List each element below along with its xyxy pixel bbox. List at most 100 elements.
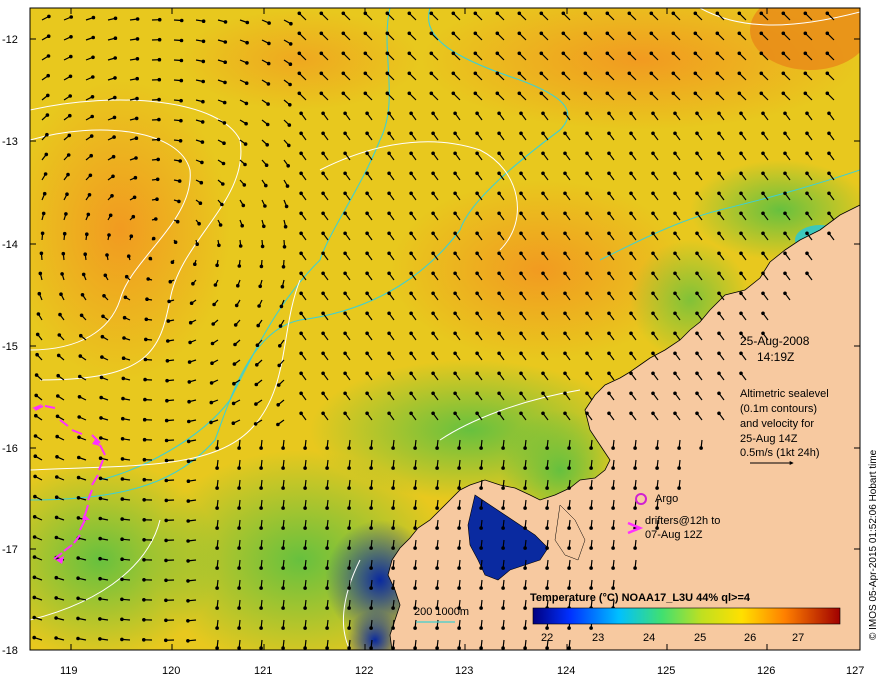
velocity-arrow-head [479, 466, 483, 470]
velocity-arrow-head [46, 34, 51, 38]
velocity-arrow-head [223, 20, 228, 24]
velocity-arrow-head [186, 599, 190, 603]
velocity-arrow-head [265, 143, 270, 147]
colorbar-tick: 27 [792, 632, 804, 644]
velocity-arrow-head [523, 486, 527, 490]
velocity-arrow-head [186, 459, 191, 464]
velocity-arrow-head [585, 291, 589, 296]
velocity-arrow-head [223, 40, 228, 44]
velocity-arrow-head [567, 586, 571, 590]
velocity-arrow-head [55, 475, 59, 479]
velocity-arrow-head [589, 466, 593, 470]
velocity-arrow-head [651, 191, 655, 196]
velocity-arrow-head [66, 172, 70, 177]
velocity-arrow-head [431, 131, 435, 136]
velocity-arrow-head [693, 51, 698, 56]
velocity-arrow-head [567, 466, 571, 470]
velocity-arrow-head [297, 11, 302, 16]
velocity-arrow-head [563, 271, 567, 276]
velocity-arrow-head [98, 496, 103, 501]
velocity-arrow-head [267, 41, 271, 46]
velocity-arrow-head [475, 331, 479, 336]
velocity-arrow-head [54, 636, 58, 640]
velocity-arrow-head [803, 91, 808, 96]
velocity-arrow-head [120, 597, 124, 602]
velocity-arrow-head [347, 546, 351, 550]
velocity-arrow-head [259, 446, 263, 450]
velocity-arrow-head [501, 466, 505, 470]
velocity-arrow-head [77, 455, 81, 460]
velocity-arrow-head [783, 251, 787, 256]
velocity-arrow-head [803, 51, 808, 56]
velocity-arrow-head [651, 211, 655, 216]
velocity-arrow-head [231, 421, 236, 426]
velocity-arrow-head [627, 51, 632, 56]
velocity-arrow-head [391, 546, 395, 550]
velocity-arrow-head [717, 211, 721, 216]
velocity-arrow-head [567, 506, 571, 510]
velocity-arrow-head [479, 526, 483, 530]
velocity-arrow-head [693, 31, 698, 36]
velocity-arrow-head [501, 546, 505, 550]
velocity-arrow-head [825, 51, 830, 56]
velocity-arrow-head [259, 506, 263, 510]
velocity-arrow-head [278, 344, 282, 348]
velocity-arrow-head [215, 446, 219, 450]
velocity-arrow-head [629, 111, 633, 116]
velocity-arrow-head [453, 371, 457, 376]
velocity-arrow-head [739, 371, 743, 376]
velocity-arrow-head [495, 91, 500, 96]
velocity-arrow-head [607, 391, 611, 396]
velocity-arrow-head [325, 486, 329, 490]
velocity-arrow-head [99, 416, 103, 420]
velocity-arrow-head [325, 466, 329, 470]
velocity-arrow-head [280, 284, 285, 289]
velocity-arrow-head [91, 75, 95, 79]
velocity-arrow-head [783, 231, 787, 236]
velocity-arrow-head [69, 15, 73, 19]
velocity-arrow-head [607, 191, 611, 196]
velocity-arrow-head [279, 304, 284, 309]
velocity-arrow-head [156, 157, 160, 162]
colorbar-title: Temperature (°C) NOAA17_L3U 44% ql>=4 [530, 592, 751, 604]
velocity-arrow-head [435, 466, 439, 470]
velocity-arrow-head [633, 566, 637, 570]
velocity-arrow-head [827, 171, 831, 176]
velocity-arrow-head [737, 51, 742, 56]
velocity-arrow-head [177, 199, 181, 204]
velocity-arrow-head [673, 311, 677, 316]
velocity-arrow-head [257, 304, 261, 308]
velocity-arrow-head [783, 191, 787, 196]
velocity-arrow-head [56, 394, 60, 398]
velocity-arrow-head [148, 256, 153, 261]
velocity-arrow-head [369, 606, 373, 610]
sst-map-figure: 25-Aug-2008 14:19Z Altimetric sealevel (… [2, 7, 879, 677]
velocity-arrow-head [651, 291, 655, 296]
velocity-arrow-head [519, 331, 523, 336]
velocity-arrow-head [475, 351, 479, 356]
velocity-arrow-head [431, 311, 435, 316]
velocity-arrow-head [387, 371, 391, 376]
velocity-arrow-head [343, 351, 347, 356]
velocity-arrow-head [120, 437, 125, 441]
velocity-arrow-head [259, 486, 263, 490]
velocity-arrow-head [142, 437, 147, 442]
velocity-arrow-head [387, 171, 391, 176]
velocity-arrow-head [215, 506, 219, 510]
velocity-arrow-head [519, 111, 523, 116]
velocity-arrow-head [217, 243, 221, 248]
velocity-arrow-head [761, 231, 765, 236]
velocity-arrow-head [827, 111, 831, 116]
velocity-arrow-head [759, 71, 764, 76]
velocity-arrow-head [175, 219, 180, 224]
velocity-arrow-head [563, 411, 567, 416]
colorbar-tick: 23 [592, 632, 604, 644]
velocity-arrow-head [245, 40, 249, 45]
velocity-arrow-head [409, 371, 413, 376]
velocity-arrow-head [453, 291, 457, 296]
velocity-arrow-head [627, 71, 632, 76]
velocity-arrow-head [783, 291, 787, 296]
velocity-arrow-head [369, 526, 373, 530]
velocity-arrow-head [585, 191, 589, 196]
velocity-arrow-head [611, 486, 615, 490]
